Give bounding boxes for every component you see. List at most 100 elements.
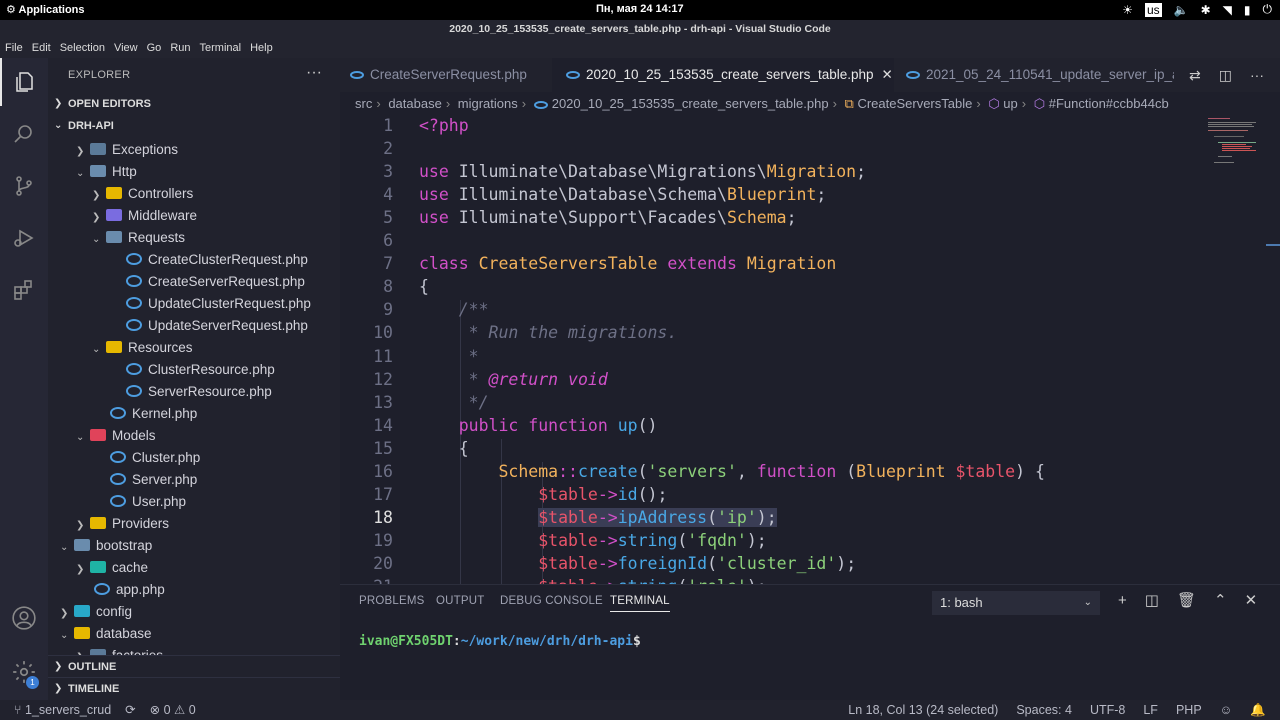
cursor-position[interactable]: Ln 18, Col 13 (24 selected): [848, 700, 998, 720]
wifi-icon[interactable]: ◥: [1223, 3, 1232, 17]
end-of-line[interactable]: LF: [1143, 700, 1158, 720]
folder-item[interactable]: ❯ Providers: [76, 513, 169, 535]
file-item[interactable]: Cluster.php: [110, 447, 200, 469]
file-item[interactable]: Kernel.php: [110, 403, 197, 425]
language-mode[interactable]: PHP: [1176, 700, 1202, 720]
breadcrumb-migrations[interactable]: migrations: [458, 96, 518, 111]
breadcrumb-src[interactable]: src: [355, 96, 372, 111]
indentation[interactable]: Spaces: 4: [1016, 700, 1072, 720]
line-number: 6: [383, 231, 393, 251]
more-actions-icon[interactable]: ···: [1250, 67, 1264, 83]
settings-gear-icon[interactable]: 1: [0, 648, 48, 696]
terminal-prompt[interactable]: ivan@FX505DT:~/work/new/drh/drh-api$: [359, 634, 641, 649]
folder-item[interactable]: ⌄ Requests: [92, 227, 185, 249]
outline-section[interactable]: ❯ OUTLINE: [48, 655, 340, 677]
keyboard-layout[interactable]: us: [1144, 2, 1162, 17]
extensions-icon[interactable]: [0, 266, 48, 314]
file-item[interactable]: Server.php: [110, 469, 197, 491]
folder-item[interactable]: ❯ Exceptions: [76, 139, 178, 161]
tab-debug-console[interactable]: DEBUG CONSOLE: [500, 595, 603, 607]
bluetooth-icon[interactable]: ✱: [1201, 3, 1211, 17]
code-token: $table: [538, 530, 598, 550]
clock[interactable]: Пн, мая 24 14:17: [596, 3, 684, 15]
code-token: $table: [538, 577, 598, 584]
folder-item[interactable]: ⌄ Http: [76, 161, 137, 183]
tab-create-servers-table[interactable]: 2020_10_25_153535_create_servers_table.p…: [552, 58, 894, 92]
menu-view[interactable]: View: [114, 38, 138, 58]
folder-item[interactable]: ❯ cache: [76, 557, 148, 579]
trash-icon[interactable]: 🗑: [1177, 591, 1196, 609]
search-icon[interactable]: [0, 110, 48, 158]
file-item[interactable]: User.php: [110, 491, 186, 513]
power-icon[interactable]: ⏻: [1263, 2, 1273, 17]
tab-update-server-ip[interactable]: 2021_05_24_110541_update_server_ip_a: [894, 58, 1174, 92]
file-item[interactable]: app.php: [94, 579, 165, 601]
folder-item[interactable]: ⌄ Resources: [92, 337, 193, 359]
folder-icon: [74, 627, 90, 640]
folder-item[interactable]: ❯ Middleware: [92, 205, 197, 227]
folder-item[interactable]: ❯ Controllers: [92, 183, 193, 205]
minimap[interactable]: [1206, 114, 1266, 174]
source-control-icon[interactable]: [0, 162, 48, 210]
open-changes-icon[interactable]: ⇄: [1189, 67, 1201, 84]
branch-status[interactable]: ⑂ 1_servers_crud: [14, 700, 111, 720]
breadcrumb-database[interactable]: database: [388, 96, 442, 111]
split-terminal-icon[interactable]: ◫: [1145, 591, 1159, 609]
run-debug-icon[interactable]: [0, 214, 48, 262]
menu-edit[interactable]: Edit: [32, 38, 51, 58]
tree-item-label: Controllers: [128, 186, 194, 201]
folder-item[interactable]: ❯ config: [60, 601, 132, 623]
breadcrumb-function[interactable]: #Function#ccbb44cb: [1049, 96, 1169, 111]
tab-output[interactable]: OUTPUT: [436, 595, 484, 607]
file-item[interactable]: UpdateClusterRequest.php: [126, 293, 311, 315]
close-panel-icon[interactable]: ✕: [1245, 591, 1258, 609]
menu-help[interactable]: Help: [250, 38, 273, 58]
battery-icon[interactable]: ▮: [1244, 3, 1251, 17]
file-item[interactable]: ClusterResource.php: [126, 359, 275, 381]
file-item[interactable]: CreateClusterRequest.php: [126, 249, 308, 271]
code-token: );: [756, 507, 777, 527]
tab-problems[interactable]: PROBLEMS: [359, 595, 425, 607]
close-tab-icon[interactable]: ✕: [882, 67, 893, 82]
file-item[interactable]: UpdateServerRequest.php: [126, 315, 308, 337]
file-item[interactable]: ServerResource.php: [126, 381, 272, 403]
terminal-select[interactable]: 1: bash ⌄: [932, 591, 1100, 615]
accounts-icon[interactable]: [0, 594, 48, 642]
file-item[interactable]: CreateServerRequest.php: [126, 271, 305, 293]
tab-terminal[interactable]: TERMINAL: [610, 595, 670, 612]
open-editors-section[interactable]: ❯ OPEN EDITORS: [48, 93, 340, 115]
tab-create-server-request[interactable]: CreateServerRequest.php: [340, 58, 552, 92]
project-section[interactable]: ⌄ DRH-API: [48, 115, 340, 137]
folder-item[interactable]: ⌄ Models: [76, 425, 156, 447]
breadcrumb-file[interactable]: 2020_10_25_153535_create_servers_table.p…: [552, 96, 829, 111]
explorer-icon[interactable]: [0, 58, 48, 106]
breadcrumb-method[interactable]: up: [1003, 96, 1017, 111]
feedback-icon[interactable]: ☺: [1220, 700, 1233, 720]
timeline-section[interactable]: ❯ TIMELINE: [48, 677, 340, 699]
breadcrumb-class[interactable]: CreateServersTable: [857, 96, 972, 111]
encoding[interactable]: UTF-8: [1090, 700, 1125, 720]
menu-terminal[interactable]: Terminal: [200, 38, 242, 58]
code-editor[interactable]: 123456789101112131415161718192021<?phpus…: [340, 114, 1280, 584]
menu-go[interactable]: Go: [147, 38, 162, 58]
brightness-icon[interactable]: ☀: [1122, 3, 1133, 17]
menu-file[interactable]: File: [5, 38, 23, 58]
menu-selection[interactable]: Selection: [60, 38, 105, 58]
folder-item[interactable]: ⌄ database: [60, 623, 152, 645]
new-terminal-icon[interactable]: +: [1118, 592, 1127, 609]
maximize-panel-icon[interactable]: ⌃: [1214, 591, 1227, 609]
scrollbar-indicator[interactable]: [1266, 244, 1280, 246]
menu-run[interactable]: Run: [170, 38, 190, 58]
applications-menu[interactable]: ⚙ Applications: [6, 3, 85, 16]
volume-icon[interactable]: 🔈: [1174, 3, 1189, 17]
folder-item[interactable]: ⌄ bootstrap: [60, 535, 152, 557]
code-token: ;: [786, 208, 797, 228]
problems-status[interactable]: ⊗ 0 ⚠ 0: [150, 700, 196, 720]
sync-icon[interactable]: ⟳: [125, 700, 135, 720]
split-editor-icon[interactable]: ◫: [1219, 67, 1232, 84]
notifications-bell-icon[interactable]: 🔔: [1250, 700, 1266, 720]
more-actions-icon[interactable]: ···: [306, 64, 322, 82]
